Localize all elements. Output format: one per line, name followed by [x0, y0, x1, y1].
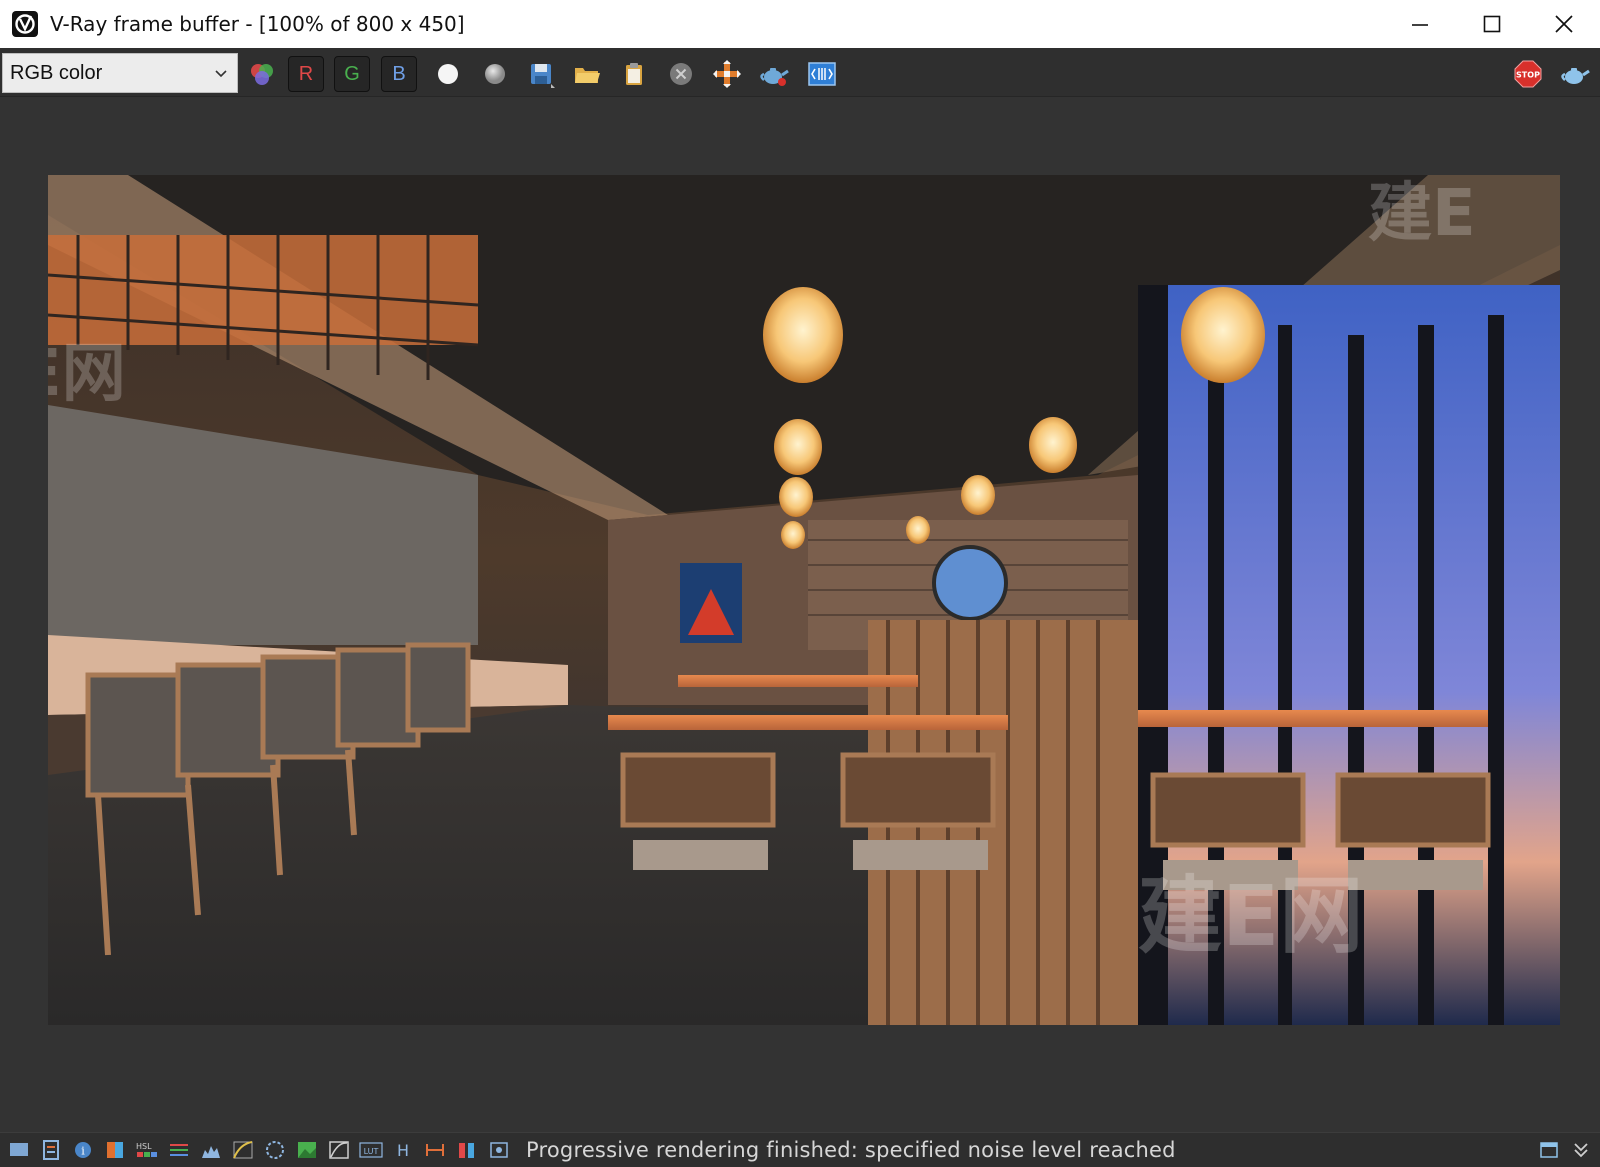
white-circle-icon — [438, 64, 458, 84]
svg-text:建E: 建E — [1368, 177, 1476, 251]
render-button[interactable] — [1557, 56, 1593, 92]
floppy-disk-icon — [531, 64, 555, 88]
settings-frame-icon[interactable] — [486, 1137, 512, 1163]
info-icon[interactable]: i — [70, 1137, 96, 1163]
vray-logo-icon — [10, 9, 40, 39]
crosshair-arrows-icon — [713, 60, 741, 88]
landscape-icon[interactable] — [294, 1137, 320, 1163]
panel-toggle-icon[interactable] — [1536, 1137, 1562, 1163]
stop-sign-icon: STOP — [1514, 60, 1542, 88]
ab-compare-icon — [808, 62, 836, 86]
svg-text:HSL: HSL — [136, 1142, 152, 1151]
blue-channel-button[interactable]: B — [381, 56, 417, 92]
histogram-icon[interactable]: H — [390, 1137, 416, 1163]
svg-text:E网: E网 — [48, 337, 126, 411]
background-icon[interactable] — [262, 1137, 288, 1163]
status-right-controls — [1530, 1137, 1594, 1163]
color-channels-button[interactable] — [244, 56, 280, 92]
close-button[interactable] — [1528, 0, 1600, 48]
rgb-circles-icon — [251, 64, 273, 85]
compare-lines-icon[interactable] — [422, 1137, 448, 1163]
minimize-icon — [1412, 24, 1428, 26]
bars-icon[interactable] — [454, 1137, 480, 1163]
display-icon[interactable] — [6, 1137, 32, 1163]
clipboard-icon — [626, 63, 642, 85]
clear-image-button[interactable] — [663, 56, 699, 92]
stop-render-button[interactable]: STOP — [1510, 56, 1546, 92]
toolbar: RGB color R G B STOP — [0, 48, 1600, 97]
red-channel-button[interactable]: R — [288, 56, 324, 92]
svg-text:H: H — [397, 1141, 409, 1160]
curve-box-icon[interactable] — [326, 1137, 352, 1163]
clear-circle-icon — [670, 63, 692, 85]
channel-select-value: RGB color — [10, 61, 103, 84]
chevron-double-down-icon[interactable] — [1568, 1137, 1594, 1163]
frame-buffer-viewport[interactable]: 建E网 建E E网 — [2, 97, 1598, 1132]
hsl-icon[interactable]: HSL — [134, 1137, 160, 1163]
history-icon[interactable] — [38, 1137, 64, 1163]
maximize-icon — [1483, 15, 1501, 33]
open-image-button[interactable] — [569, 56, 605, 92]
color-balance-icon[interactable] — [166, 1137, 192, 1163]
compare-ab-button[interactable] — [804, 56, 840, 92]
status-bar: i HSL LUT H Progressive rendering finish… — [0, 1132, 1600, 1167]
monochrome-button[interactable] — [477, 56, 513, 92]
channel-select[interactable]: RGB color — [2, 53, 238, 93]
levels-icon[interactable] — [198, 1137, 224, 1163]
window-controls — [1384, 0, 1600, 48]
title-bar: V-Ray frame buffer - [100% of 800 x 450] — [0, 0, 1600, 48]
copy-to-clipboard-button[interactable] — [616, 56, 652, 92]
chevron-down-icon — [215, 70, 227, 78]
track-mouse-button[interactable] — [709, 56, 745, 92]
alpha-white-button[interactable] — [430, 56, 466, 92]
vfb-window: V-Ray frame buffer - [100% of 800 x 450]… — [0, 0, 1600, 1167]
folder-icon — [575, 68, 600, 83]
teapot-icon — [1561, 68, 1590, 84]
gray-circle-icon — [485, 64, 505, 84]
exposure-icon[interactable] — [102, 1137, 128, 1163]
teapot-region-icon — [760, 68, 789, 86]
rendered-image: 建E网 建E E网 — [48, 175, 1560, 1025]
lut-icon[interactable]: LUT — [358, 1137, 384, 1163]
svg-text:i: i — [81, 1145, 85, 1158]
render-region-button[interactable] — [756, 56, 792, 92]
restaurant-render-illustration: 建E网 建E E网 — [48, 175, 1560, 1025]
svg-text:STOP: STOP — [1516, 71, 1540, 80]
status-message: Progressive rendering finished: specifie… — [526, 1138, 1176, 1162]
maximize-button[interactable] — [1456, 0, 1528, 48]
svg-text:LUT: LUT — [364, 1147, 379, 1156]
minimize-button[interactable] — [1384, 0, 1456, 48]
window-title: V-Ray frame buffer - [100% of 800 x 450] — [50, 12, 465, 36]
close-icon — [1555, 15, 1573, 33]
green-channel-button[interactable]: G — [334, 56, 370, 92]
save-image-button[interactable] — [523, 56, 559, 92]
svg-text:建E网: 建E网 — [1138, 867, 1363, 965]
curves-icon[interactable] — [230, 1137, 256, 1163]
